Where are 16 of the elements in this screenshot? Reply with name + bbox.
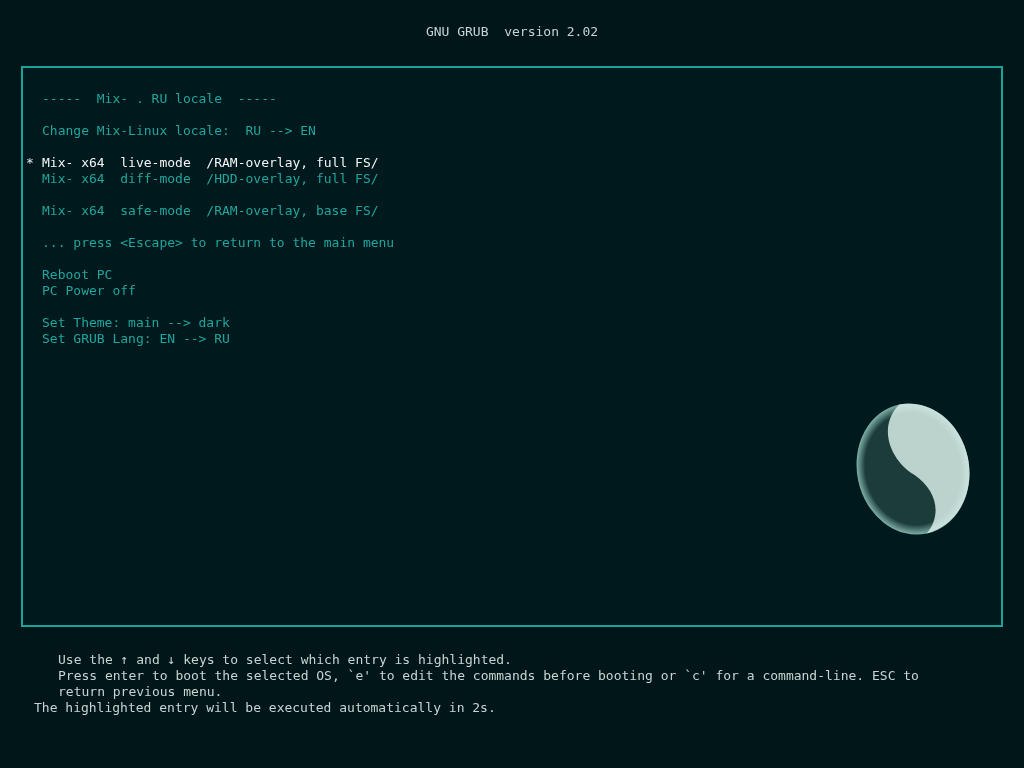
- menu-entry[interactable]: Set Theme: main --> dark: [42, 315, 230, 331]
- selection-marker: *: [26, 155, 34, 170]
- help-text: The highlighted entry will be executed automatically in 2s.: [33, 700, 497, 716]
- help-text: Press enter to boot the selected OS, `e' to edit the commands before booting or `c' for a command-line. ESC to: [57, 668, 920, 684]
- menu-entry[interactable]: Change Mix-Linux locale: RU --> EN: [42, 123, 316, 139]
- menu-entry[interactable]: Mix- x64 diff-mode /HDD-overlay, full FS/: [42, 171, 379, 187]
- menu-entry[interactable]: ----- Mix- . RU locale -----: [42, 91, 277, 107]
- menu-entry[interactable]: PC Power off: [42, 283, 136, 299]
- window-title: GNU GRUB version 2.02: [425, 24, 599, 40]
- menu-entry[interactable]: Set GRUB Lang: EN --> RU: [42, 331, 230, 347]
- menu-entry[interactable]: Reboot PC: [42, 267, 113, 283]
- menu-entry[interactable]: Mix- x64 live-mode /RAM-overlay, full FS/: [42, 155, 379, 171]
- help-text: return previous menu.: [57, 684, 224, 700]
- menu-entry[interactable]: Mix- x64 safe-mode /RAM-overlay, base FS/: [42, 203, 379, 219]
- menu-entry[interactable]: ... press <Escape> to return to the main menu: [42, 235, 395, 251]
- help-text: Use the ↑ and ↓ keys to select which entry is highlighted.: [57, 652, 513, 668]
